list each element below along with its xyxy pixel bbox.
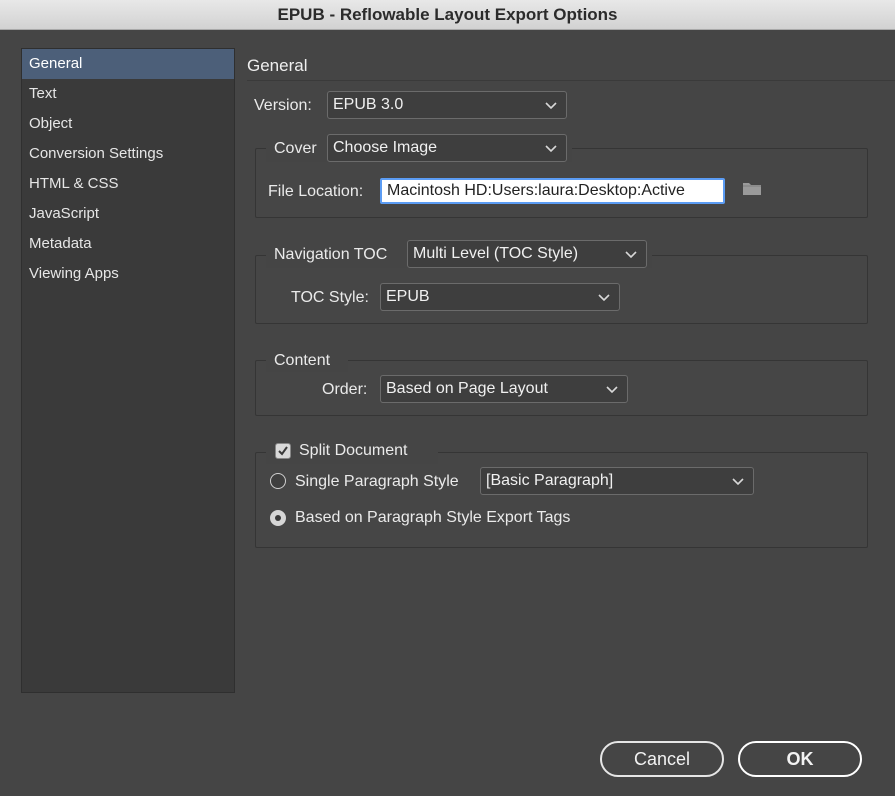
chevron-down-icon xyxy=(545,135,557,153)
version-select-value: EPUB 3.0 xyxy=(333,96,404,113)
toc-style-value: EPUB xyxy=(386,288,430,305)
navigation-toc-select[interactable]: Multi Level (TOC Style) xyxy=(407,240,647,268)
version-label: Version: xyxy=(254,97,312,114)
toc-style-select[interactable]: EPUB xyxy=(380,283,620,311)
chevron-down-icon xyxy=(545,92,557,110)
order-label: Order: xyxy=(322,381,368,398)
split-document-label[interactable]: Split Document xyxy=(299,442,408,460)
navigation-toc-value: Multi Level (TOC Style) xyxy=(413,245,579,262)
file-location-input[interactable]: Macintosh HD:Users:laura:Desktop:Active xyxy=(380,178,725,204)
version-select[interactable]: EPUB 3.0 xyxy=(327,91,567,119)
file-location-label: File Location: xyxy=(268,183,364,200)
sidebar-item-object[interactable]: Object xyxy=(22,109,234,139)
toc-style-label: TOC Style: xyxy=(291,289,369,306)
cover-label: Cover xyxy=(274,140,317,157)
cover-select[interactable]: Choose Image xyxy=(327,134,567,162)
sidebar-item-metadata[interactable]: Metadata xyxy=(22,229,234,259)
order-select[interactable]: Based on Page Layout xyxy=(380,375,628,403)
single-paragraph-style-label[interactable]: Single Paragraph Style xyxy=(295,473,459,491)
single-paragraph-style-value: [Basic Paragraph] xyxy=(486,472,614,489)
sidebar-item-javascript[interactable]: JavaScript xyxy=(22,199,234,229)
cover-select-value: Choose Image xyxy=(333,139,438,156)
ok-button[interactable]: OK xyxy=(738,741,862,777)
sidebar: General Text Object Conversion Settings … xyxy=(21,48,235,693)
navigation-toc-label: Navigation TOC xyxy=(274,246,388,263)
section-title: General xyxy=(247,56,308,75)
sidebar-item-html-css[interactable]: HTML & CSS xyxy=(22,169,234,199)
single-paragraph-style-select[interactable]: [Basic Paragraph] xyxy=(480,467,754,495)
folder-icon[interactable] xyxy=(742,181,762,201)
sidebar-item-viewing-apps[interactable]: Viewing Apps xyxy=(22,259,234,289)
file-location-value: Macintosh HD:Users:laura:Desktop:Active xyxy=(387,182,685,199)
single-paragraph-style-radio[interactable] xyxy=(270,473,286,489)
chevron-down-icon xyxy=(625,241,637,259)
sidebar-item-general[interactable]: General xyxy=(22,49,234,79)
chevron-down-icon xyxy=(732,468,744,486)
section-divider xyxy=(247,80,895,81)
content-label: Content xyxy=(274,352,331,369)
sidebar-item-text[interactable]: Text xyxy=(22,79,234,109)
cancel-button[interactable]: Cancel xyxy=(600,741,724,777)
export-tags-label[interactable]: Based on Paragraph Style Export Tags xyxy=(295,509,570,527)
export-tags-radio[interactable] xyxy=(270,510,286,526)
window-title: EPUB - Reflowable Layout Export Options xyxy=(0,0,895,30)
sidebar-item-conversion-settings[interactable]: Conversion Settings xyxy=(22,139,234,169)
chevron-down-icon xyxy=(606,376,618,394)
chevron-down-icon xyxy=(598,284,610,302)
split-document-checkbox[interactable] xyxy=(275,443,291,459)
order-value: Based on Page Layout xyxy=(386,380,548,397)
